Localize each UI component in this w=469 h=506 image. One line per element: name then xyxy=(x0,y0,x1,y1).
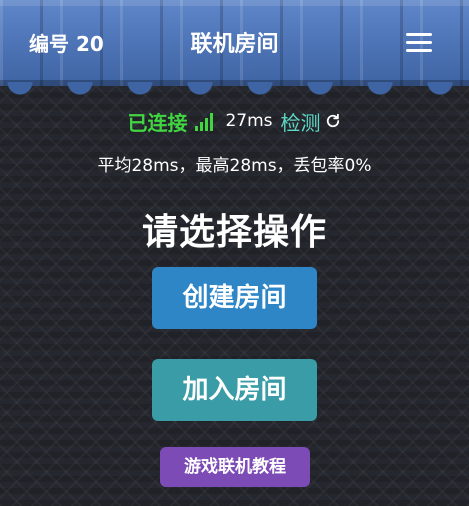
create-room-button[interactable]: 创建房间 xyxy=(152,267,317,329)
hamburger-menu-icon[interactable] xyxy=(406,32,432,52)
action-prompt: 请选择操作 xyxy=(141,212,327,253)
tutorial-button[interactable]: 游戏联机教程 xyxy=(160,447,310,487)
check-label: 检测 xyxy=(280,110,321,135)
refresh-icon xyxy=(326,113,339,128)
join-room-button[interactable]: 加入房间 xyxy=(152,359,317,421)
page-title: 联机房间 xyxy=(190,32,279,57)
header-bar: 编号 20 联机房间 xyxy=(0,0,469,96)
connection-status-row: 已连接 27ms 检测 xyxy=(0,106,469,136)
signal-strength-icon xyxy=(195,111,217,131)
check-latency-button[interactable]: 检测 xyxy=(281,107,342,136)
ping-value: 27ms xyxy=(225,111,273,131)
latency-stats: 平均28ms，最高28ms，丢包率0% xyxy=(97,156,372,176)
connection-status: 已连接 xyxy=(127,110,188,135)
